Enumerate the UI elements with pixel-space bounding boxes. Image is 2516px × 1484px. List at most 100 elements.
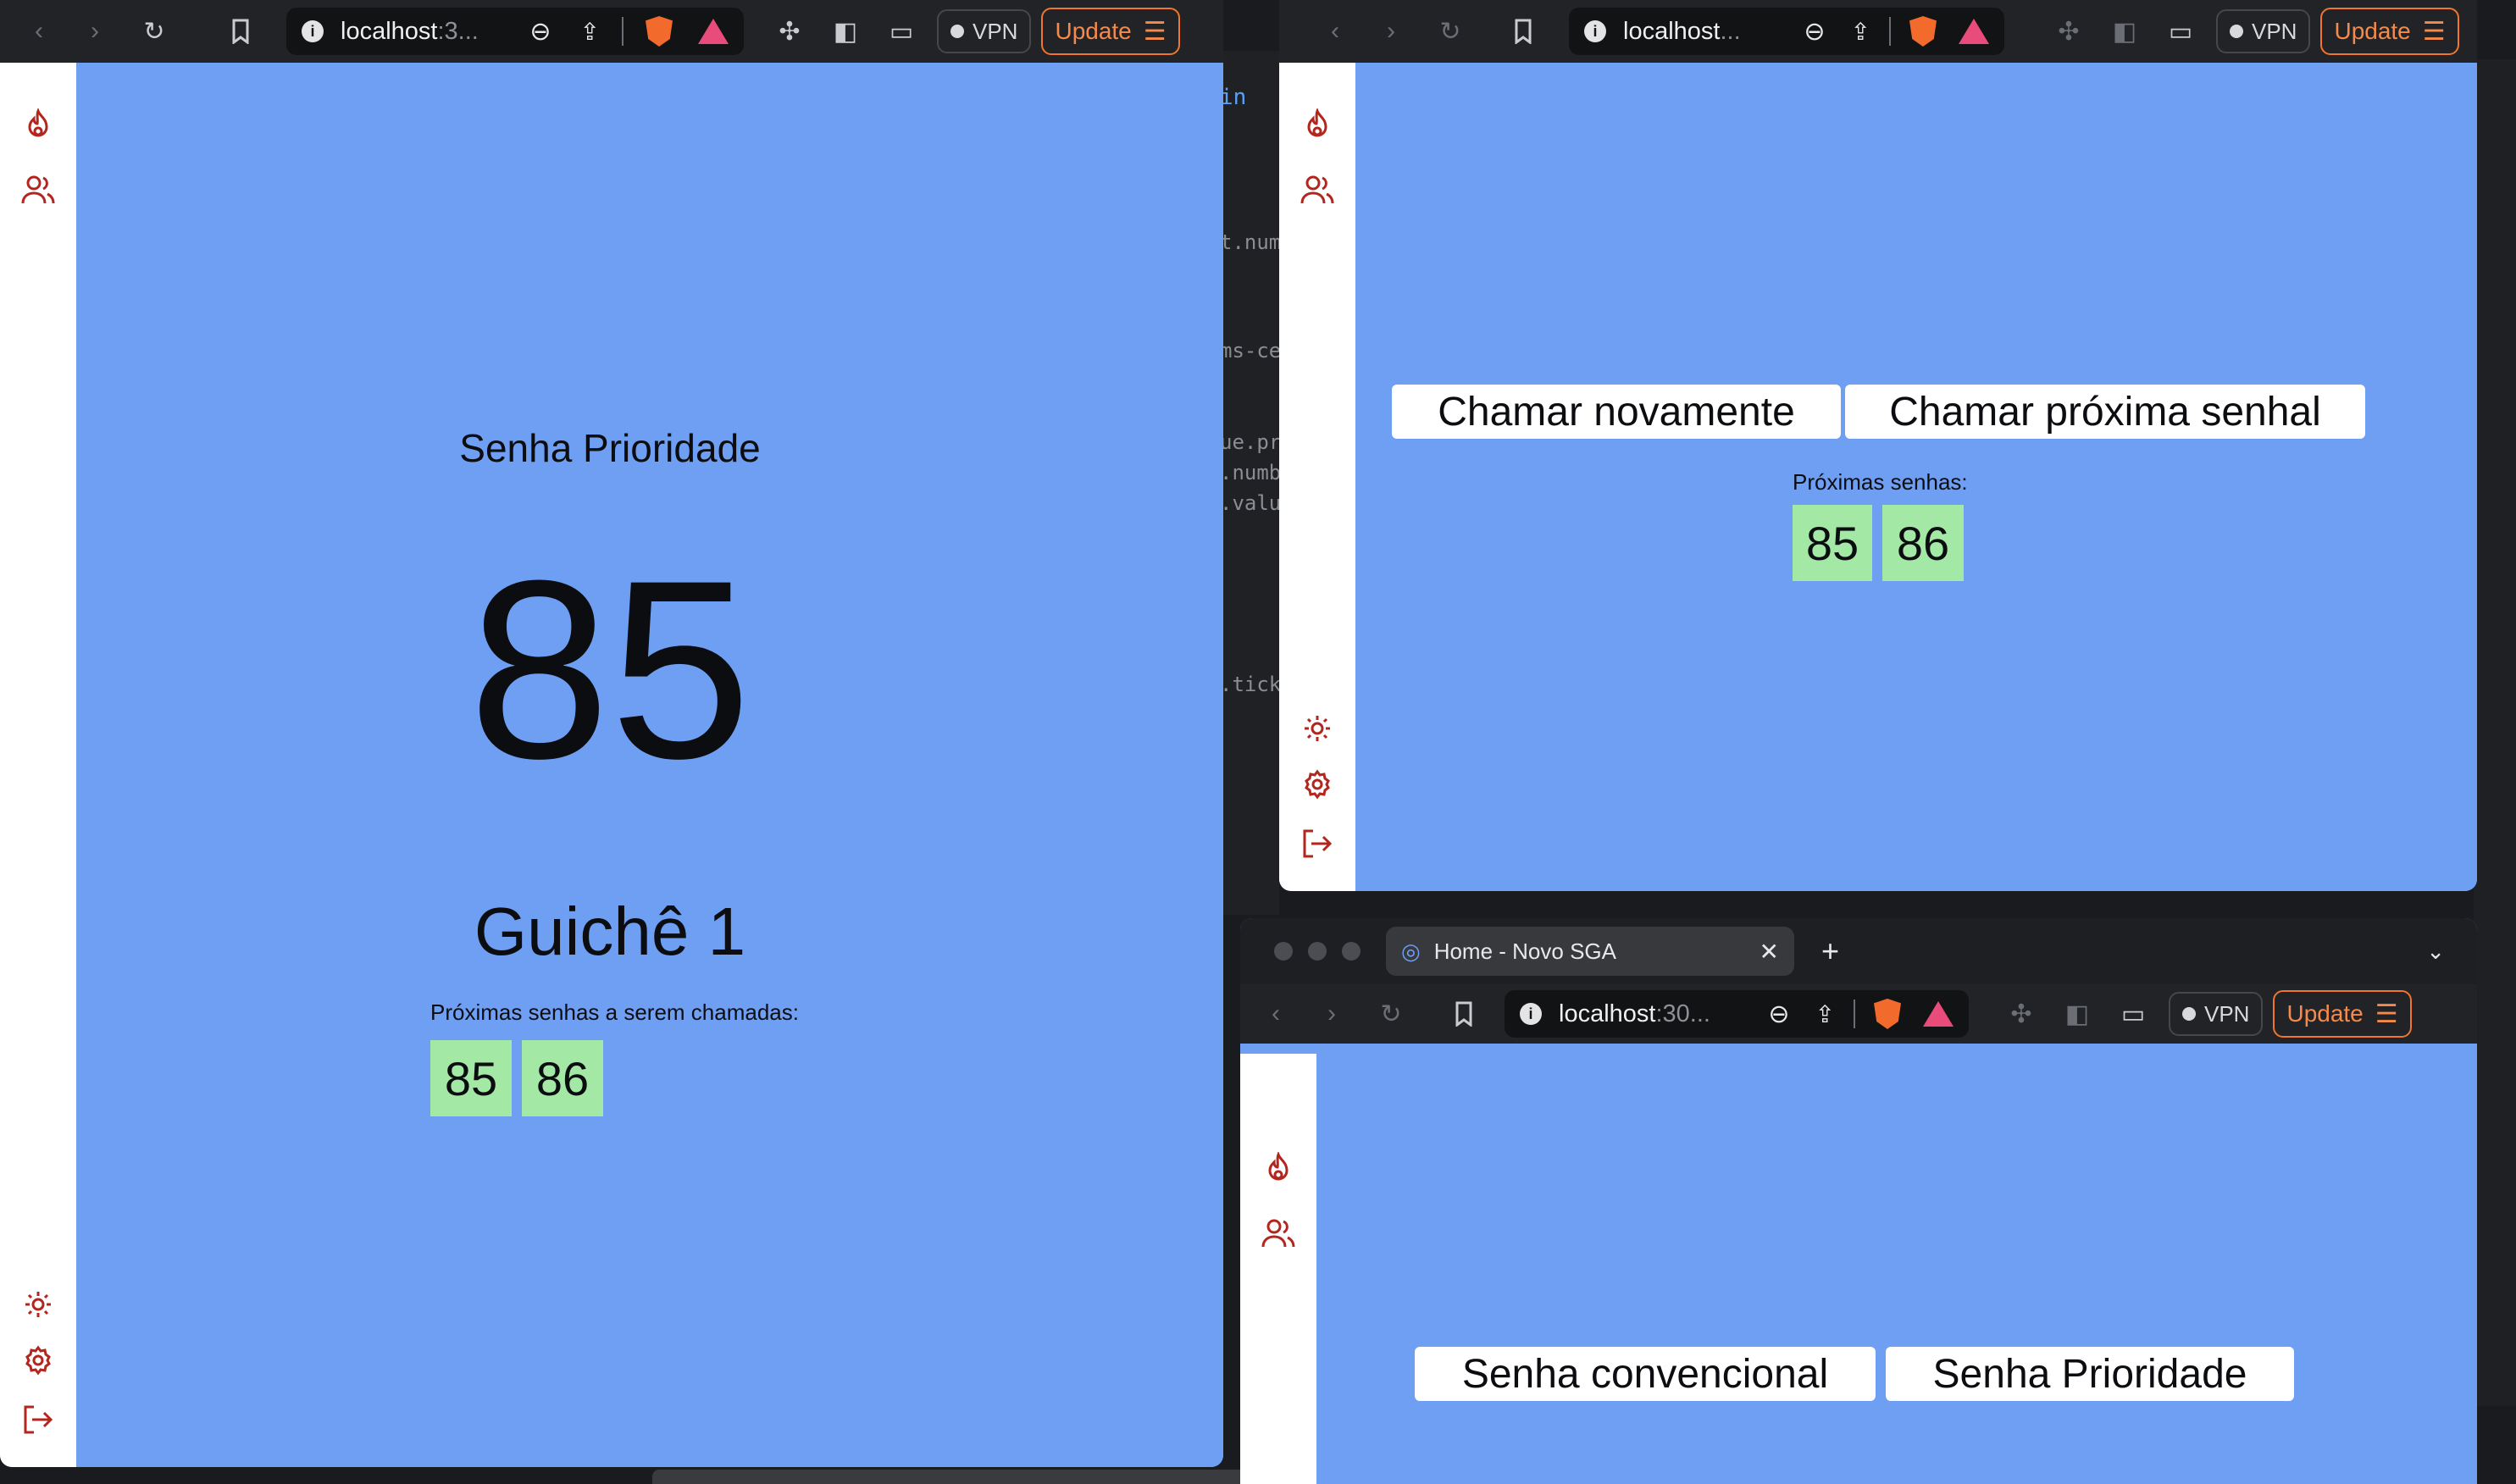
users-icon[interactable] bbox=[1240, 1213, 1316, 1254]
logout-icon[interactable] bbox=[1279, 823, 1355, 864]
users-icon[interactable] bbox=[0, 169, 76, 210]
update-button[interactable]: Update ☰ bbox=[2320, 8, 2459, 55]
sidebar-toggle-icon[interactable]: ◧ bbox=[2108, 14, 2142, 48]
call-again-button[interactable]: Chamar novamente bbox=[1392, 385, 1841, 439]
next-ticket-chip: 86 bbox=[1882, 505, 1964, 581]
menu-icon: ☰ bbox=[2422, 17, 2446, 46]
vpn-button[interactable]: VPN bbox=[2169, 992, 2264, 1036]
flame-icon[interactable] bbox=[1240, 1149, 1316, 1189]
brave-rewards-icon[interactable] bbox=[1959, 19, 1989, 44]
counter-label: Guichê 1 bbox=[474, 894, 746, 969]
code-line: .numb bbox=[1220, 461, 1279, 485]
code-line: t.num bbox=[1220, 230, 1279, 254]
back-icon[interactable]: ‹ bbox=[22, 14, 56, 48]
brave-rewards-icon[interactable] bbox=[698, 19, 729, 44]
address-bar[interactable]: i localhost:30... ⊖ ⇪ bbox=[1505, 990, 1969, 1038]
tab-list-chevron-icon[interactable]: ⌄ bbox=[2426, 939, 2445, 965]
reload-icon[interactable]: ↻ bbox=[1374, 997, 1408, 1031]
menu-icon: ☰ bbox=[1143, 17, 1167, 46]
url-host: localhost bbox=[1623, 17, 1721, 45]
brave-shields-icon[interactable] bbox=[646, 16, 673, 47]
vpn-label: VPN bbox=[2252, 18, 2297, 44]
ticket-type-heading: Senha Prioridade bbox=[459, 426, 761, 470]
browser-toolbar: ‹ › ↻ i localhost... ⊖ ⇪ ✣ ◧ ▭ VPN Updat… bbox=[1279, 0, 2477, 63]
forward-icon[interactable]: › bbox=[78, 14, 112, 48]
extensions-icon[interactable]: ✣ bbox=[2004, 997, 2038, 1031]
url-host: localhost bbox=[1559, 999, 1656, 1027]
next-ticket-chip: 86 bbox=[522, 1040, 603, 1116]
flame-icon[interactable] bbox=[0, 105, 76, 146]
site-info-icon[interactable]: i bbox=[1520, 1003, 1542, 1025]
extensions-icon[interactable]: ✣ bbox=[2052, 14, 2086, 48]
settings-icon[interactable] bbox=[1279, 764, 1355, 805]
theme-sun-icon[interactable] bbox=[1279, 708, 1355, 749]
update-button[interactable]: Update ☰ bbox=[1041, 8, 1180, 55]
theme-sun-icon[interactable] bbox=[0, 1284, 76, 1325]
favicon-icon: ◎ bbox=[1401, 938, 1421, 964]
users-icon[interactable] bbox=[1279, 169, 1355, 210]
share-icon[interactable]: ⇪ bbox=[1851, 18, 1870, 46]
editor-tab-fragment: in bbox=[1220, 85, 1247, 110]
brave-rewards-icon[interactable] bbox=[1923, 1001, 1954, 1027]
forward-icon[interactable]: › bbox=[1374, 14, 1408, 48]
forward-icon[interactable]: › bbox=[1315, 997, 1349, 1031]
code-line: ue.pr bbox=[1220, 430, 1279, 454]
address-bar[interactable]: i localhost:3... ⊖ ⇪ bbox=[286, 8, 744, 55]
vpn-button[interactable]: VPN bbox=[2216, 9, 2311, 53]
zoom-icon[interactable]: ⊖ bbox=[529, 17, 551, 47]
tab-bar: ◎ Home - Novo SGA ✕ + ⌄ bbox=[1240, 918, 2477, 984]
tab-close-icon[interactable]: ✕ bbox=[1760, 938, 1779, 966]
call-next-button[interactable]: Chamar próxima senhal bbox=[1845, 385, 2365, 439]
browser-window-display: ‹ › ↻ i localhost:3... ⊖ ⇪ ✣ ◧ ▭ VPN Upd… bbox=[0, 0, 1223, 1467]
browser-toolbar: ‹ › ↻ i localhost:30... ⊖ ⇪ ✣ ◧ ▭ VPN Up… bbox=[1240, 984, 2477, 1044]
bookmark-icon[interactable] bbox=[224, 14, 258, 48]
share-icon[interactable]: ⇪ bbox=[580, 18, 600, 46]
conventional-ticket-button[interactable]: Senha convencional bbox=[1415, 1347, 1876, 1401]
wallet-icon[interactable]: ▭ bbox=[884, 14, 918, 48]
sidebar-toggle-icon[interactable]: ◧ bbox=[2060, 997, 2094, 1031]
logout-icon[interactable] bbox=[0, 1399, 76, 1440]
operator-content: Chamar novamente Chamar próxima senhal P… bbox=[1355, 63, 2477, 891]
vpn-status-icon bbox=[2182, 1007, 2196, 1021]
address-bar[interactable]: i localhost... ⊖ ⇪ bbox=[1569, 8, 2004, 55]
browser-window-operator: ‹ › ↻ i localhost... ⊖ ⇪ ✣ ◧ ▭ VPN Updat… bbox=[1279, 0, 2477, 891]
priority-ticket-button[interactable]: Senha Prioridade bbox=[1886, 1347, 2294, 1401]
zoom-icon[interactable]: ⊖ bbox=[1804, 17, 1825, 47]
share-icon[interactable]: ⇪ bbox=[1815, 1000, 1835, 1028]
bookmark-icon[interactable] bbox=[1506, 14, 1540, 48]
wallet-icon[interactable]: ▭ bbox=[2164, 14, 2197, 48]
reload-icon[interactable]: ↻ bbox=[137, 14, 171, 48]
settings-icon[interactable] bbox=[0, 1340, 76, 1381]
tab-home[interactable]: ◎ Home - Novo SGA ✕ bbox=[1386, 927, 1794, 976]
bookmark-icon[interactable] bbox=[1447, 997, 1481, 1031]
sidebar-toggle-icon[interactable]: ◧ bbox=[829, 14, 862, 48]
brave-shields-icon[interactable] bbox=[1874, 999, 1901, 1029]
wallet-icon[interactable]: ▭ bbox=[2116, 997, 2150, 1031]
new-tab-icon[interactable]: + bbox=[1821, 933, 1839, 969]
app-sidebar bbox=[1240, 1054, 1316, 1484]
vpn-status-icon bbox=[2230, 25, 2243, 38]
brave-shields-icon[interactable] bbox=[1909, 16, 1937, 47]
zoom-icon[interactable]: ⊖ bbox=[1768, 999, 1789, 1029]
window-close-dot[interactable] bbox=[1274, 942, 1293, 961]
update-label: Update bbox=[2334, 18, 2411, 44]
flame-icon[interactable] bbox=[1279, 105, 1355, 146]
browser-toolbar: ‹ › ↻ i localhost:3... ⊖ ⇪ ✣ ◧ ▭ VPN Upd… bbox=[0, 0, 1223, 63]
window-zoom-dot[interactable] bbox=[1342, 942, 1361, 961]
vpn-status-icon bbox=[950, 25, 964, 38]
current-ticket-number: 85 bbox=[468, 527, 751, 811]
url-host: localhost bbox=[341, 17, 438, 45]
update-button[interactable]: Update ☰ bbox=[2273, 990, 2412, 1038]
back-icon[interactable]: ‹ bbox=[1318, 14, 1352, 48]
extensions-icon[interactable]: ✣ bbox=[773, 14, 806, 48]
display-content: Senha Prioridade 85 Guichê 1 Próximas se… bbox=[76, 63, 1223, 1467]
window-minimize-dot[interactable] bbox=[1308, 942, 1327, 961]
site-info-icon[interactable]: i bbox=[1584, 20, 1606, 42]
menu-icon: ☰ bbox=[2375, 999, 2398, 1028]
code-line: ms-ce bbox=[1220, 339, 1279, 363]
site-info-icon[interactable]: i bbox=[302, 20, 324, 42]
background-editor-panel bbox=[2474, 59, 2516, 1406]
reload-icon[interactable]: ↻ bbox=[1433, 14, 1467, 48]
back-icon[interactable]: ‹ bbox=[1259, 997, 1293, 1031]
vpn-button[interactable]: VPN bbox=[937, 9, 1032, 53]
